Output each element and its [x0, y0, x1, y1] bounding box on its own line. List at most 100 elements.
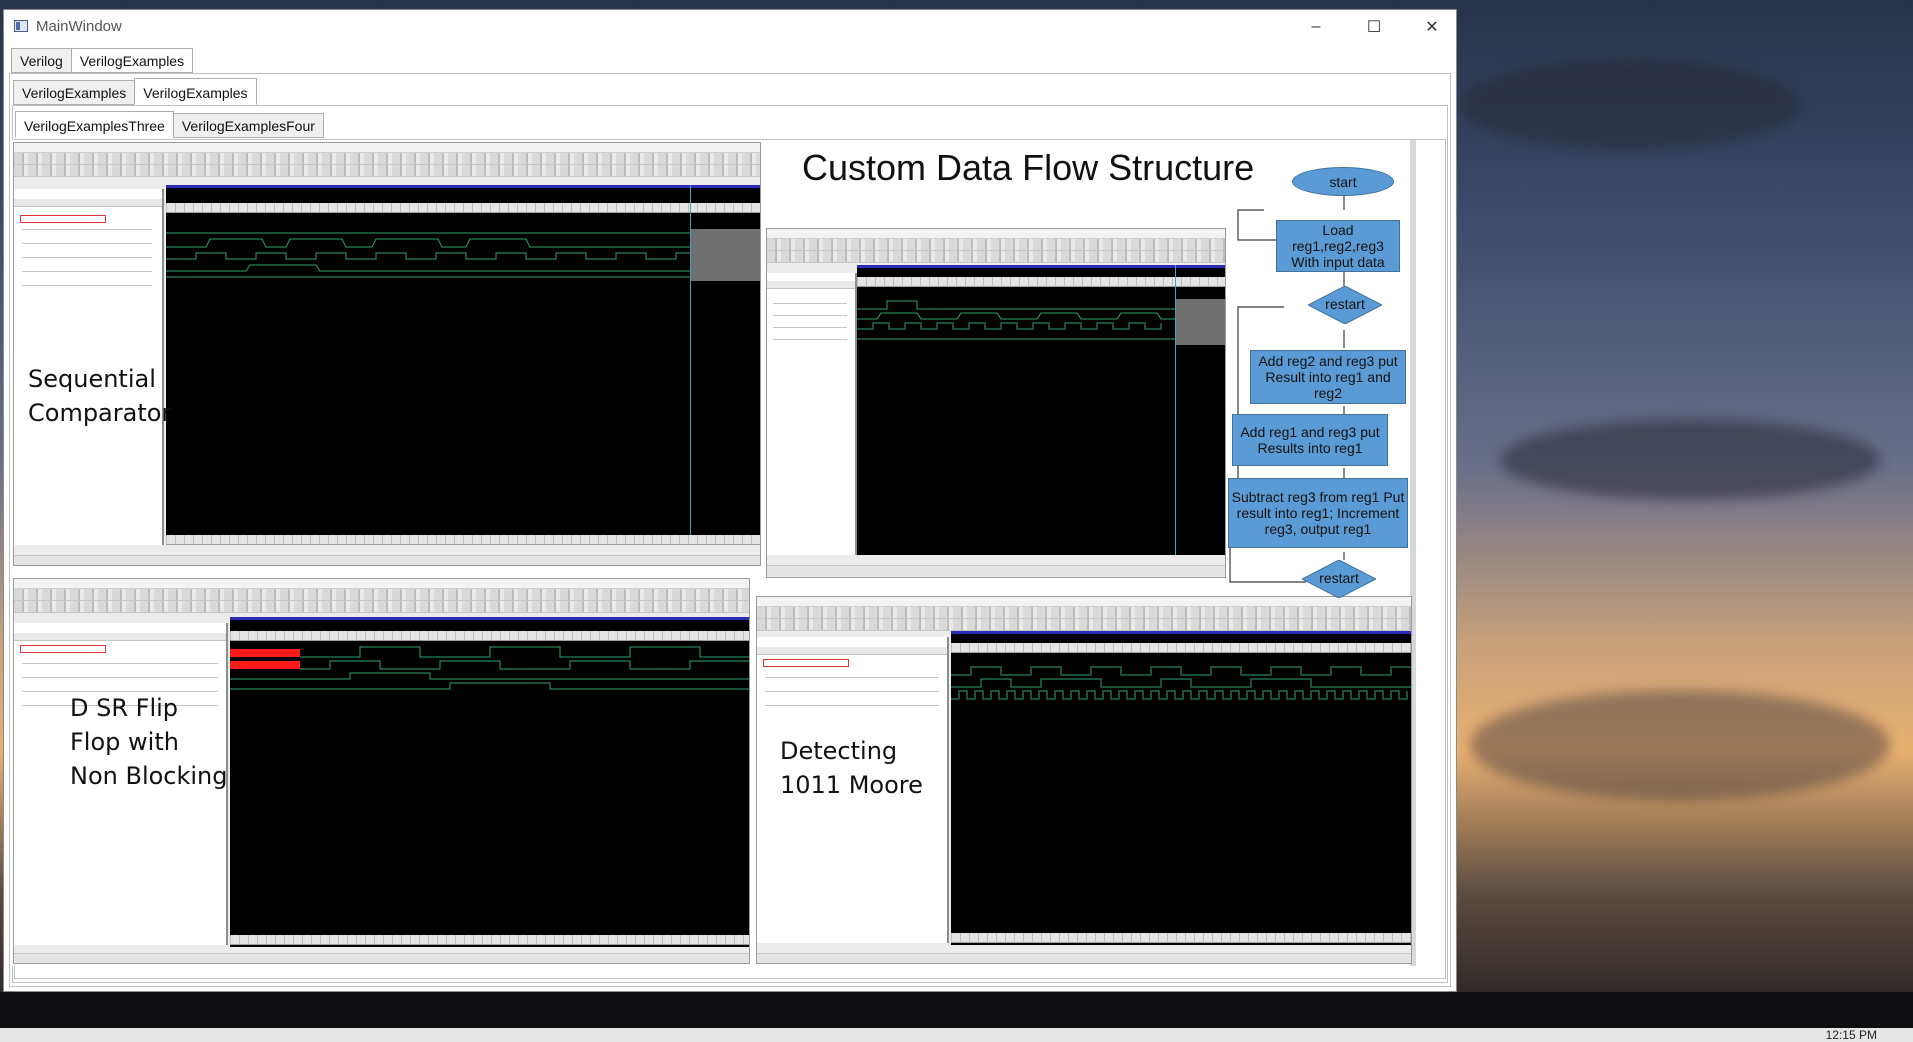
- desktop-skyline: [1386, 1004, 1410, 1028]
- flowchart-load: Load reg1,reg2,reg3 With input data: [1276, 220, 1400, 272]
- caption-line: Comparator: [28, 399, 172, 427]
- simulator-toolbar: [14, 589, 749, 601]
- signal-row: [773, 303, 847, 304]
- desktop-background: [1500, 420, 1880, 500]
- signal-row: [22, 257, 152, 258]
- caption-d-sr-flip-flop: D SR Flip Flop with Non Blocking: [70, 691, 228, 793]
- title-bar[interactable]: MainWindow – ☐ ✕: [4, 10, 1456, 44]
- tabbar-level3: VerilogExamplesThree VerilogExamplesFour: [15, 111, 324, 138]
- desktop-background: [1470, 690, 1890, 800]
- flowchart-restart-2-label: restart: [1319, 570, 1359, 586]
- signal-row: [22, 271, 152, 272]
- simulator-statusbar: [14, 555, 760, 565]
- desktop-skyline: [1782, 994, 1800, 1028]
- simulator-toolbar: [767, 239, 1225, 251]
- tab-verilog-examples-1[interactable]: VerilogExamples: [13, 80, 136, 105]
- tab-verilog-examples-three[interactable]: VerilogExamplesThree: [15, 111, 174, 138]
- waveform-traces: [166, 229, 760, 281]
- caption-line: Sequential: [28, 365, 156, 393]
- signal-row: [765, 677, 939, 678]
- signal-row: [773, 327, 847, 328]
- signal-list-header: [757, 647, 947, 655]
- taskbar: 12:15 PM: [0, 1028, 1913, 1042]
- signal-row: [765, 705, 939, 706]
- app-icon: [14, 20, 28, 32]
- tab-verilog-examples-2[interactable]: VerilogExamples: [134, 78, 257, 105]
- simulator-toolbar: [767, 251, 1225, 263]
- waveform-ruler-bottom: [230, 935, 749, 945]
- signal-row: [22, 677, 218, 678]
- signal-list-panel: [767, 273, 857, 555]
- flowchart-restart-1-label: restart: [1325, 296, 1365, 312]
- signal-list-header: [14, 633, 226, 641]
- waveform-viewer: [230, 617, 749, 947]
- waveform-cursor[interactable]: [690, 185, 691, 545]
- signal-row: [765, 691, 939, 692]
- signal-row: [773, 315, 847, 316]
- simulator-toolbar: [14, 601, 749, 613]
- selected-scope: [763, 659, 849, 667]
- taskbar-clock[interactable]: 12:15 PM: [1826, 1028, 1877, 1042]
- waveform-cursor[interactable]: [1175, 265, 1176, 555]
- caption-line: Non Blocking: [70, 762, 228, 790]
- tab-verilog[interactable]: Verilog: [11, 48, 72, 73]
- flowchart-add13-label: Add reg1 and reg3 put Results into reg1: [1240, 424, 1380, 456]
- simulator-toolbar: [14, 153, 760, 165]
- window-title: MainWindow: [36, 18, 122, 35]
- desktop-background: [1460, 60, 1800, 150]
- flowchart-start: start: [1292, 167, 1394, 196]
- simulator-statusbar: [14, 953, 749, 963]
- waveform-viewer: [166, 185, 760, 545]
- signal-row: [22, 243, 152, 244]
- simulator-menubar: [14, 579, 749, 589]
- simulator-toolbar: [757, 619, 1411, 631]
- flowchart-add23-label: Add reg2 and reg3 put Result into reg1 a…: [1258, 353, 1398, 401]
- close-button[interactable]: ✕: [1403, 10, 1461, 44]
- waveform-viewer: [951, 631, 1411, 945]
- maximize-button[interactable]: ☐: [1345, 10, 1403, 44]
- signal-row: [22, 663, 218, 664]
- caption-sequential-comparator: Sequential Comparator: [28, 362, 171, 430]
- signal-row: [22, 229, 152, 230]
- flowchart-add13: Add reg1 and reg3 put Results into reg1: [1232, 414, 1388, 466]
- flowchart-start-label: start: [1329, 173, 1357, 190]
- flowchart-subtract-label: Subtract reg3 from reg1 Put result into …: [1231, 489, 1405, 537]
- signal-list-header: [767, 281, 855, 289]
- caption-line: Flop with: [70, 728, 179, 756]
- caption-line: Detecting: [780, 737, 898, 765]
- desktop-skyline: [0, 992, 1913, 1028]
- selected-scope: [20, 215, 106, 223]
- waveform-traces: [230, 646, 749, 690]
- simulator-window-sequential-comparator: [13, 142, 761, 566]
- tab-verilog-examples-four[interactable]: VerilogExamplesFour: [172, 113, 324, 138]
- waveform-traces: [857, 299, 1225, 345]
- tab-verilog-examples[interactable]: VerilogExamples: [70, 48, 194, 73]
- flowchart-restart-1: restart: [1306, 285, 1384, 325]
- tabbar-level2: VerilogExamples VerilogExamples: [13, 78, 257, 105]
- caption-line: 1011 Moore: [780, 771, 923, 799]
- simulator-menubar: [14, 143, 760, 153]
- simulator-menubar: [767, 229, 1225, 239]
- signal-row: [773, 339, 847, 340]
- flowchart-load-label: Load reg1,reg2,reg3 With input data: [1291, 222, 1385, 270]
- simulator-statusbar: [767, 565, 1225, 576]
- minimize-button[interactable]: –: [1287, 10, 1345, 44]
- selected-scope: [20, 645, 106, 653]
- waveform-ruler-bottom: [951, 933, 1411, 943]
- tabbar-level1: Verilog VerilogExamples: [11, 48, 194, 73]
- simulator-window-data-flow: [766, 228, 1226, 578]
- slide-heading: Custom Data Flow Structure: [802, 147, 1255, 188]
- simulator-toolbar: [14, 165, 760, 177]
- waveform-viewer: [857, 265, 1225, 555]
- caption-detecting-1011-moore: Detecting 1011 Moore: [780, 734, 923, 802]
- flowchart-add23: Add reg2 and reg3 put Result into reg1 a…: [1250, 350, 1406, 404]
- flowchart-restart-2: restart: [1300, 559, 1378, 599]
- simulator-toolbar: [757, 607, 1411, 619]
- flowchart-subtract: Subtract reg3 from reg1 Put result into …: [1228, 478, 1408, 548]
- caption-line: D SR Flip: [70, 694, 179, 722]
- simulator-statusbar: [757, 953, 1411, 963]
- signal-list-header: [14, 199, 162, 207]
- waveform-traces: [951, 666, 1411, 700]
- signal-row: [22, 285, 152, 286]
- waveform-ruler-bottom: [166, 535, 760, 545]
